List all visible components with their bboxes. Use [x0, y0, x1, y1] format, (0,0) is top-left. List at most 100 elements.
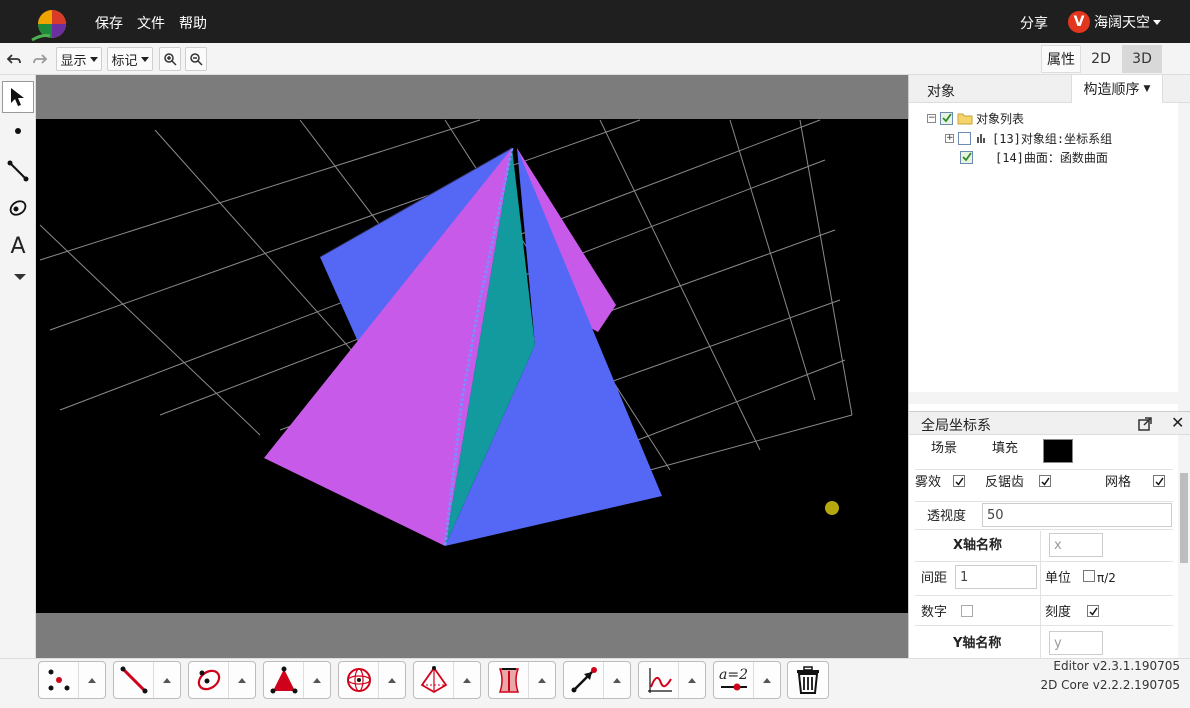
chevron-up-icon[interactable] — [679, 662, 705, 698]
right-panel: 对象 构造顺序 ▼ − 对象列表 + [13]对象组:坐标系组 [14]曲面：函… — [908, 75, 1190, 658]
3d-scene-drawing — [39, 119, 853, 547]
undo-icon[interactable] — [3, 48, 25, 70]
tab-properties[interactable]: 属性 — [1041, 45, 1081, 73]
y-axis-name-input[interactable]: y — [1049, 631, 1103, 655]
object-tree: − 对象列表 + [13]对象组:坐标系组 [14]曲面：函数曲面 — [909, 103, 1179, 403]
3d-scene[interactable] — [36, 119, 908, 613]
text-tool-button[interactable]: A — [2, 230, 34, 262]
tree-row-surface[interactable]: [14]曲面：函数曲面 — [960, 148, 1108, 166]
close-icon[interactable]: ✕ — [1171, 413, 1184, 432]
fog-checkbox[interactable] — [953, 475, 965, 487]
user-name: 海阔天空 — [1094, 15, 1150, 31]
function-graph-icon[interactable] — [639, 662, 679, 698]
triangle-icon[interactable] — [264, 662, 304, 698]
scene-label: 场景 — [931, 441, 958, 456]
tree-horizontal-scrollbar[interactable] — [909, 392, 1179, 404]
tree-vertical-scrollbar[interactable] — [1178, 103, 1190, 413]
segment-tool-button[interactable] — [2, 155, 34, 187]
transform-tool-group[interactable] — [563, 661, 631, 699]
chevron-up-icon[interactable] — [604, 662, 630, 698]
menu-file[interactable]: 文件 — [137, 13, 165, 33]
zoom-out-icon — [190, 53, 203, 66]
line-tool-group[interactable] — [113, 661, 181, 699]
surface-tool-group[interactable] — [488, 661, 556, 699]
grid-checkbox[interactable] — [1153, 475, 1165, 487]
fill-label: 填充 — [992, 441, 1019, 456]
unit-label: 单位 — [1045, 571, 1072, 586]
tab-3d[interactable]: 3D — [1122, 45, 1162, 73]
tree-row-coord-group[interactable]: + [13]对象组:坐标系组 — [945, 129, 1112, 147]
editor-version: Editor v2.3.1.190705 — [1053, 659, 1180, 673]
x-axis-name-input[interactable]: x — [1049, 533, 1103, 557]
delete-button[interactable] — [787, 661, 829, 699]
share-button[interactable]: 分享 — [1020, 13, 1048, 33]
chevron-up-icon[interactable] — [79, 662, 105, 698]
redo-icon[interactable] — [29, 48, 51, 70]
app-logo-icon — [31, 10, 66, 42]
spacing-input[interactable]: 1 — [955, 565, 1037, 589]
menu-help[interactable]: 帮助 — [179, 13, 207, 33]
tree-row-root[interactable]: − 对象列表 — [927, 109, 1024, 127]
fill-color-swatch[interactable] — [1043, 439, 1073, 463]
zoom-out-button[interactable] — [185, 47, 207, 71]
canvas-area[interactable] — [36, 75, 908, 658]
zoom-in-button[interactable] — [159, 47, 181, 71]
chevron-up-icon[interactable] — [304, 662, 330, 698]
conic-tool-group[interactable] — [188, 661, 256, 699]
point-tool-button[interactable] — [2, 115, 34, 147]
tab-2d[interactable]: 2D — [1082, 45, 1120, 73]
point-tool-group[interactable] — [38, 661, 106, 699]
mark-dropdown[interactable]: 标记 — [107, 47, 153, 71]
point-icon — [15, 128, 21, 134]
display-dropdown[interactable]: 显示 — [56, 47, 102, 71]
surface-icon[interactable] — [489, 662, 529, 698]
unit-pi-checkbox[interactable] — [1083, 570, 1095, 582]
user-menu[interactable]: V 海阔天空 — [1068, 11, 1161, 33]
mark-label: 标记 — [111, 53, 138, 69]
sphere-icon[interactable] — [339, 662, 379, 698]
checkbox-icon[interactable] — [958, 131, 971, 145]
tab-construction-order[interactable]: 构造顺序 ▼ — [1071, 75, 1163, 103]
more-tools-button[interactable] — [2, 261, 34, 293]
vector-icon[interactable] — [564, 662, 604, 698]
toolbar: 显示 标记 属性 2D 3D — [0, 43, 1190, 75]
checkbox-checked-icon[interactable] — [940, 111, 953, 125]
perspective-input[interactable]: 50 — [982, 503, 1172, 527]
expand-icon[interactable]: + — [945, 133, 954, 143]
pyramid-icon[interactable] — [414, 662, 454, 698]
ellipse-icon[interactable] — [189, 662, 229, 698]
chevron-up-icon[interactable] — [379, 662, 405, 698]
points-icon[interactable] — [39, 662, 79, 698]
antialias-checkbox[interactable] — [1039, 475, 1051, 487]
select-tool-button[interactable] — [2, 81, 34, 113]
sphere-tool-group[interactable] — [338, 661, 406, 699]
parameter-tool-group[interactable]: a=2 — [713, 661, 781, 699]
menu-save[interactable]: 保存 — [95, 13, 123, 33]
collapse-icon[interactable]: − — [927, 113, 936, 123]
properties-scrollbar[interactable] — [1178, 435, 1190, 658]
properties-grid: 场景 填充 雾效 反锯齿 网格 透视度 50 X轴名称 x 间距 1 单位 π/… — [915, 435, 1173, 658]
segment-icon[interactable] — [114, 662, 154, 698]
left-toolbox: A — [0, 75, 36, 658]
function-tool-group[interactable] — [638, 661, 706, 699]
polygon-tool-group[interactable] — [263, 661, 331, 699]
scrollbar-thumb[interactable] — [1180, 473, 1188, 563]
chevron-up-icon[interactable] — [754, 662, 780, 698]
chevron-up-icon[interactable] — [529, 662, 555, 698]
core-version: 2D Core v2.2.2.190705 — [1040, 678, 1180, 692]
number-checkbox[interactable] — [961, 605, 973, 617]
chevron-up-icon[interactable] — [229, 662, 255, 698]
solid-tool-group[interactable] — [413, 661, 481, 699]
chevron-up-icon[interactable] — [454, 662, 480, 698]
tab-objects[interactable]: 对象 — [927, 81, 955, 101]
checkbox-checked-icon[interactable] — [960, 150, 973, 164]
parameter-slider-icon[interactable]: a=2 — [714, 662, 754, 698]
ticks-checkbox[interactable] — [1087, 605, 1099, 617]
chevron-up-icon[interactable] — [154, 662, 180, 698]
bar-chart-icon — [977, 134, 985, 143]
trash-icon[interactable] — [788, 662, 828, 698]
ellipse-tool-button[interactable] — [2, 192, 34, 224]
equation-label: a=2 — [719, 667, 748, 683]
popout-icon[interactable] — [1137, 416, 1153, 432]
panel-tabs: 对象 构造顺序 ▼ — [909, 75, 1190, 103]
